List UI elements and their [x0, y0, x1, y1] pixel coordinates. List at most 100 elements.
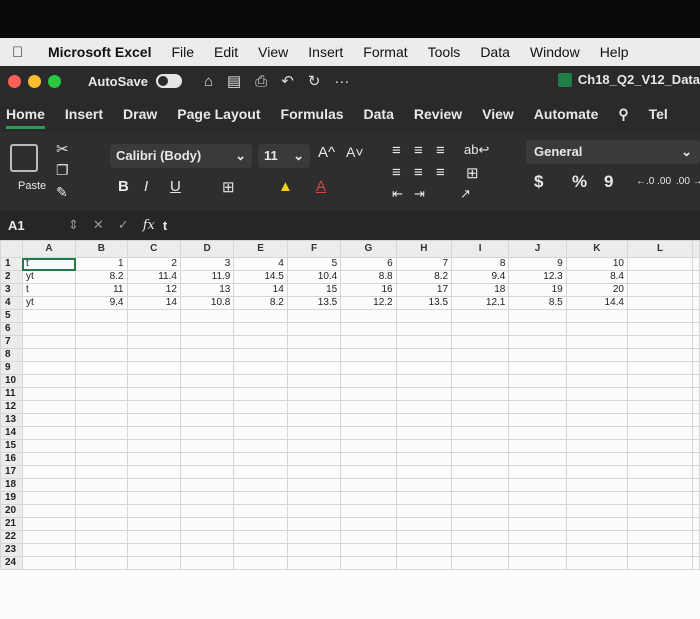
cell-e5[interactable] — [233, 309, 288, 323]
cell-h11[interactable] — [395, 387, 453, 401]
cell-j6[interactable] — [508, 322, 567, 336]
cell-i15[interactable] — [451, 439, 510, 453]
cell-d18[interactable] — [179, 478, 235, 492]
font-name-select[interactable]: Calibri (Body) ⌄ — [110, 144, 252, 168]
cell-j14[interactable] — [508, 426, 567, 440]
cell-h4[interactable]: 13.5 — [395, 296, 453, 310]
cell-j20[interactable] — [508, 504, 567, 518]
cell-f8[interactable] — [286, 348, 342, 362]
cell-c19[interactable] — [126, 491, 181, 505]
cell-k18[interactable] — [565, 478, 629, 492]
increase-indent-icon[interactable]: ⇥ — [414, 186, 425, 202]
menu-edit[interactable]: Edit — [214, 44, 238, 60]
cell-d3[interactable]: 13 — [179, 283, 235, 297]
cell-a12[interactable] — [21, 400, 77, 414]
row-header-24[interactable]: 24 — [0, 556, 23, 570]
cell-c8[interactable] — [126, 348, 181, 362]
cell-a20[interactable] — [21, 504, 77, 518]
insert-function-icon[interactable]: fx — [143, 218, 155, 233]
cell-d12[interactable] — [179, 400, 235, 414]
tell-me-icon[interactable]: ⚲ — [618, 106, 628, 123]
tab-formulas[interactable]: Formulas — [281, 106, 344, 122]
close-window-button[interactable] — [8, 74, 21, 88]
cell-l20[interactable] — [627, 504, 693, 518]
apple-icon[interactable]:  — [12, 44, 28, 61]
cell-h16[interactable] — [395, 452, 453, 466]
cell-l7[interactable] — [627, 335, 693, 349]
cell-c22[interactable] — [126, 530, 181, 544]
cell-j24[interactable] — [508, 556, 567, 570]
row-header-18[interactable]: 18 — [0, 478, 23, 492]
cell-j11[interactable] — [508, 387, 567, 401]
cell-b1[interactable]: 1 — [75, 257, 128, 271]
cell-i3[interactable]: 18 — [451, 283, 510, 297]
cell-e21[interactable] — [233, 517, 288, 531]
align-middle-icon[interactable]: ≡ — [414, 164, 423, 181]
row-header-21[interactable]: 21 — [0, 517, 23, 531]
cell-e22[interactable] — [233, 530, 288, 544]
cell-k5[interactable] — [565, 309, 629, 323]
cell-l24[interactable] — [627, 556, 693, 570]
tab-page-layout[interactable]: Page Layout — [177, 106, 260, 122]
cell-j3[interactable]: 19 — [508, 283, 567, 297]
cell-x23[interactable] — [692, 543, 700, 557]
cell-e2[interactable]: 14.5 — [233, 270, 288, 284]
cell-a5[interactable] — [21, 309, 77, 323]
cell-a23[interactable] — [21, 543, 77, 557]
cell-f18[interactable] — [286, 478, 342, 492]
tab-insert[interactable]: Insert — [65, 106, 103, 122]
cell-a16[interactable] — [21, 452, 77, 466]
cell-g2[interactable]: 8.8 — [340, 270, 397, 284]
cell-e15[interactable] — [233, 439, 288, 453]
name-box-chevron-icon[interactable]: ⇕ — [68, 217, 79, 233]
cell-a22[interactable] — [21, 530, 77, 544]
cell-f2[interactable]: 10.4 — [286, 270, 342, 284]
font-size-select[interactable]: 11 ⌄ — [258, 144, 310, 168]
cell-k19[interactable] — [565, 491, 629, 505]
cell-d20[interactable] — [179, 504, 235, 518]
cell-d6[interactable] — [179, 322, 235, 336]
cell-g21[interactable] — [340, 517, 397, 531]
cell-f19[interactable] — [286, 491, 342, 505]
cell-b19[interactable] — [75, 491, 128, 505]
cell-e1[interactable]: 4 — [233, 257, 288, 271]
cell-x1[interactable] — [692, 257, 700, 271]
cell-l12[interactable] — [627, 400, 693, 414]
cell-b17[interactable] — [75, 465, 128, 479]
cell-e13[interactable] — [233, 413, 288, 427]
row-header-7[interactable]: 7 — [0, 335, 23, 349]
cell-g20[interactable] — [340, 504, 397, 518]
cell-k9[interactable] — [565, 361, 629, 375]
increase-decimal-button[interactable]: ←.0 .00 — [636, 176, 671, 187]
cell-c5[interactable] — [126, 309, 181, 323]
cell-g12[interactable] — [340, 400, 397, 414]
row-header-5[interactable]: 5 — [0, 309, 23, 323]
cell-x3[interactable] — [692, 283, 700, 297]
cell-g5[interactable] — [340, 309, 397, 323]
cell-a21[interactable] — [21, 517, 77, 531]
cell-a11[interactable] — [21, 387, 77, 401]
cell-d14[interactable] — [179, 426, 235, 440]
menu-app-name[interactable]: Microsoft Excel — [48, 44, 151, 60]
cell-x14[interactable] — [692, 426, 700, 440]
cell-d19[interactable] — [179, 491, 235, 505]
cell-k22[interactable] — [565, 530, 629, 544]
cell-c16[interactable] — [126, 452, 181, 466]
cell-h6[interactable] — [395, 322, 453, 336]
cell-i23[interactable] — [451, 543, 510, 557]
cell-j8[interactable] — [508, 348, 567, 362]
cell-i5[interactable] — [451, 309, 510, 323]
cell-g14[interactable] — [340, 426, 397, 440]
number-format-select[interactable]: General ⌄ — [526, 140, 700, 164]
cell-d23[interactable] — [179, 543, 235, 557]
cell-l8[interactable] — [627, 348, 693, 362]
cell-i19[interactable] — [451, 491, 510, 505]
cell-e19[interactable] — [233, 491, 288, 505]
cell-b24[interactable] — [75, 556, 128, 570]
cell-e17[interactable] — [233, 465, 288, 479]
cell-c9[interactable] — [126, 361, 181, 375]
cell-d8[interactable] — [179, 348, 235, 362]
cell-x2[interactable] — [692, 270, 700, 284]
cell-l17[interactable] — [627, 465, 693, 479]
cell-l13[interactable] — [627, 413, 693, 427]
